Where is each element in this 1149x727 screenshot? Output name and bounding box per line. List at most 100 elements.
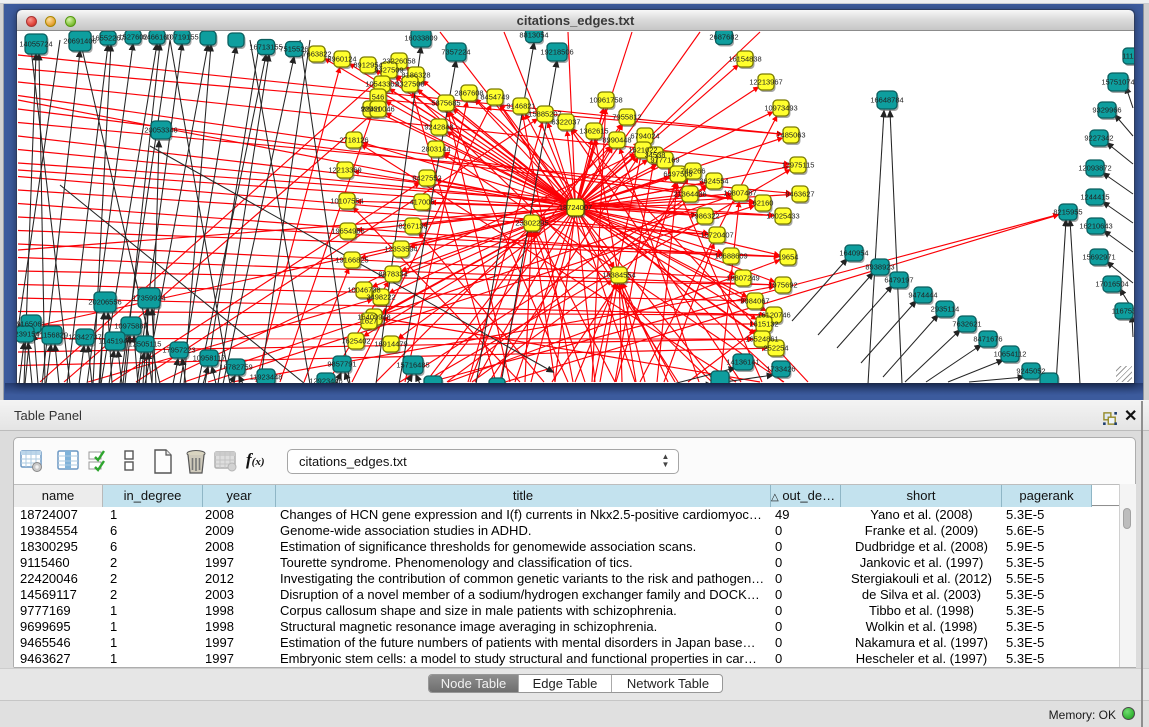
svg-text:5875685: 5875685 — [431, 99, 460, 108]
svg-text:1640954: 1640954 — [839, 249, 868, 258]
svg-text:8878334: 8878334 — [378, 270, 407, 279]
svg-text:7625402: 7625402 — [341, 337, 370, 346]
svg-text:18807249: 18807249 — [726, 274, 759, 283]
svg-text:11156829: 11156829 — [36, 331, 68, 340]
svg-text:10973493: 10973493 — [764, 104, 797, 113]
svg-text:12353594: 12353594 — [384, 245, 417, 254]
svg-text:19218506: 19218506 — [540, 48, 573, 57]
svg-text:2687682: 2687682 — [709, 33, 738, 42]
svg-text:19654: 19654 — [778, 253, 799, 262]
svg-text:8186328: 8186328 — [401, 71, 430, 80]
svg-text:6479197: 6479197 — [884, 276, 913, 285]
svg-text:8215955: 8215955 — [1053, 208, 1082, 217]
svg-text:15692971: 15692971 — [1082, 253, 1115, 262]
svg-text:8990448: 8990448 — [602, 136, 631, 145]
svg-text:16154838: 16154838 — [728, 55, 761, 64]
svg-text:9242848: 9242848 — [424, 123, 453, 132]
svg-text:15751074: 15751074 — [1101, 78, 1134, 87]
svg-text:10958117: 10958117 — [193, 354, 226, 363]
svg-text:10719155: 10719155 — [165, 33, 198, 42]
svg-text:1733426: 1733426 — [766, 365, 795, 374]
svg-text:21364436: 21364436 — [673, 190, 706, 199]
svg-text:9227342: 9227342 — [1084, 134, 1113, 143]
svg-text:10688609: 10688609 — [714, 252, 747, 261]
svg-text:8427552: 8427552 — [412, 174, 441, 183]
svg-text:7632621: 7632621 — [952, 320, 981, 329]
svg-text:15720407: 15720407 — [700, 231, 733, 240]
svg-text:10975887: 10975887 — [114, 322, 147, 331]
svg-text:116753: 116753 — [1112, 307, 1134, 316]
svg-text:16524861: 16524861 — [745, 335, 778, 344]
svg-text:22420046: 22420046 — [361, 105, 394, 114]
svg-text:7357224: 7357224 — [441, 48, 470, 57]
svg-text:12505115: 12505115 — [129, 340, 162, 349]
svg-text:12342737: 12342737 — [68, 333, 101, 342]
svg-text:746266: 746266 — [680, 167, 705, 176]
svg-text:12975115: 12975115 — [782, 161, 815, 170]
svg-text:6794024: 6794024 — [630, 132, 659, 141]
svg-text:1615132: 1615132 — [749, 320, 778, 329]
svg-text:2718126: 2718126 — [339, 136, 368, 145]
svg-text:7955812: 7955812 — [612, 113, 641, 122]
svg-text:14136141: 14136141 — [726, 358, 759, 367]
svg-text:9329966: 9329966 — [1092, 106, 1121, 115]
svg-text:11923448: 11923448 — [250, 373, 283, 382]
svg-text:18724007: 18724007 — [559, 203, 592, 212]
svg-text:9327508: 9327508 — [395, 80, 424, 89]
svg-text:7986322: 7986322 — [690, 212, 719, 221]
svg-text:9474444: 9474444 — [908, 291, 937, 300]
svg-text:62160: 62160 — [753, 199, 774, 208]
svg-text:16120746: 16120746 — [757, 311, 790, 320]
svg-text:2935114: 2935114 — [931, 305, 960, 314]
svg-text:20206556: 20206556 — [88, 298, 121, 307]
svg-text:10543362: 10543362 — [365, 80, 398, 89]
svg-text:7485063: 7485063 — [776, 131, 805, 140]
svg-text:10807487: 10807487 — [723, 189, 756, 198]
svg-text:10107554: 10107554 — [330, 197, 363, 206]
svg-text:16782759: 16782759 — [219, 363, 252, 372]
svg-text:3624554: 3624554 — [699, 177, 728, 186]
svg-text:1975692: 1975692 — [768, 281, 797, 290]
svg-text:9463627: 9463627 — [785, 190, 814, 199]
svg-text:1244415: 1244415 — [1080, 193, 1109, 202]
svg-text:16713155: 16713155 — [249, 43, 282, 52]
svg-text:15716485: 15716485 — [396, 361, 429, 370]
svg-text:252254: 252254 — [763, 344, 788, 353]
svg-text:23302295: 23302295 — [515, 219, 548, 228]
svg-text:16648784: 16648784 — [870, 96, 903, 105]
svg-text:20053346: 20053346 — [144, 126, 177, 135]
svg-text:12923446: 12923446 — [309, 377, 342, 384]
svg-text:17957223: 17957223 — [162, 346, 195, 355]
svg-text:19654985: 19654985 — [331, 227, 364, 236]
svg-text:19166825: 19166825 — [335, 256, 368, 265]
svg-text:23226058: 23226058 — [382, 57, 415, 66]
svg-text:1627: 1627 — [361, 317, 378, 326]
svg-text:8267130: 8267130 — [398, 222, 427, 231]
svg-text:10961758: 10961758 — [589, 96, 622, 105]
svg-text:8938923: 8938923 — [865, 263, 894, 272]
svg-text:10654112: 10654112 — [994, 350, 1027, 359]
svg-text:417006: 417006 — [409, 198, 434, 207]
svg-text:2803144: 2803144 — [421, 145, 450, 154]
svg-text:12213369: 12213369 — [328, 166, 361, 175]
svg-text:17016504: 17016504 — [1095, 280, 1128, 289]
svg-text:12093872: 12093872 — [1078, 164, 1111, 173]
svg-text:9084067: 9084067 — [740, 297, 769, 306]
svg-text:6322037: 6322037 — [551, 118, 580, 127]
svg-text:3498222: 3498222 — [366, 293, 395, 302]
svg-text:12213967: 12213967 — [749, 78, 782, 87]
svg-text:14055724: 14055724 — [19, 40, 52, 49]
svg-text:8960124: 8960124 — [327, 55, 356, 64]
svg-text:10025433: 10025433 — [766, 212, 799, 221]
svg-text:9245052: 9245052 — [1016, 367, 1045, 376]
svg-text:1362615: 1362615 — [579, 127, 608, 136]
svg-text:8813054: 8813054 — [519, 31, 548, 40]
svg-text:9777169: 9777169 — [650, 156, 679, 165]
svg-text:2867608: 2867608 — [454, 89, 483, 98]
svg-text:546: 546 — [372, 93, 385, 102]
svg-text:16033809: 16033809 — [404, 34, 437, 43]
svg-text:9327509: 9327509 — [374, 66, 403, 75]
svg-text:9165061: 9165061 — [17, 320, 46, 329]
svg-text:9857791: 9857791 — [327, 360, 356, 369]
svg-text:17359924: 17359924 — [132, 294, 165, 303]
